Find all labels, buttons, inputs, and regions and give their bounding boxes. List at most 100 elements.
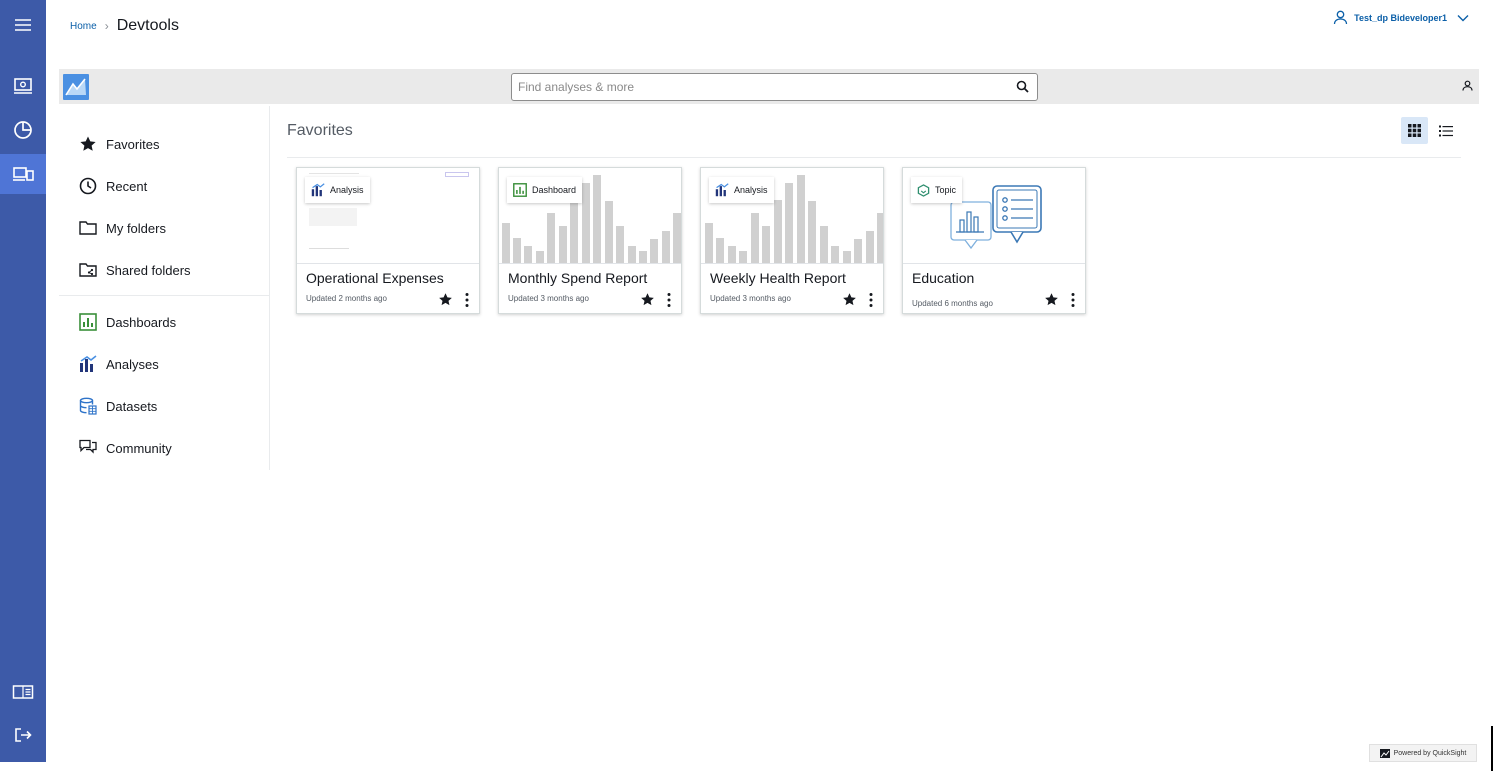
favorite-card[interactable]: Analysis Operational Expenses Updated 2 … xyxy=(296,167,480,314)
rail-signout-button[interactable] xyxy=(0,715,46,755)
nav-dashboards-label: Dashboards xyxy=(106,314,177,330)
more-icon[interactable] xyxy=(667,292,671,308)
nav-community-label: Community xyxy=(106,440,172,456)
community-icon xyxy=(79,439,97,454)
card-type-badge: Topic xyxy=(911,177,963,203)
card-title[interactable]: Monthly Spend Report xyxy=(508,270,647,286)
card-updated: Updated 3 months ago xyxy=(710,294,791,303)
left-rail xyxy=(0,0,46,762)
star-icon[interactable] xyxy=(438,292,453,307)
side-navigation: Favorites Recent My folders Shared folde… xyxy=(59,106,270,470)
card-thumbnail: Dashboard xyxy=(499,168,681,264)
chevron-right-icon: › xyxy=(104,19,109,33)
card-type-badge: Analysis xyxy=(709,177,774,203)
card-title[interactable]: Operational Expenses xyxy=(306,270,444,286)
menu-icon xyxy=(15,19,31,31)
star-icon[interactable] xyxy=(640,292,655,307)
star-icon xyxy=(80,136,96,151)
list-view-icon xyxy=(1438,125,1453,136)
card-type-badge: Analysis xyxy=(305,177,370,203)
user-icon xyxy=(1333,10,1348,25)
book-icon xyxy=(12,685,34,699)
nav-datasets[interactable]: Datasets xyxy=(79,394,157,418)
card-type-label: Analysis xyxy=(330,185,364,195)
more-icon[interactable] xyxy=(869,292,873,308)
dashboard-icon xyxy=(513,183,527,197)
favorite-card[interactable]: Analysis Weekly Health Report Updated 3 … xyxy=(700,167,884,314)
nav-recent-label: Recent xyxy=(106,178,148,194)
favorite-card[interactable]: Dashboard Monthly Spend Report Updated 3… xyxy=(498,167,682,314)
card-title[interactable]: Weekly Health Report xyxy=(710,270,846,286)
section-divider xyxy=(287,157,1461,158)
nav-community[interactable]: Community xyxy=(79,436,172,460)
nav-shared-folders[interactable]: Shared folders xyxy=(79,258,191,282)
powered-by-label: Powered by QuickSight xyxy=(1393,749,1467,757)
search-icon[interactable] xyxy=(1016,80,1029,93)
card-title[interactable]: Education xyxy=(912,270,974,286)
grid-view-button[interactable] xyxy=(1401,117,1428,144)
rail-monitor-button[interactable] xyxy=(0,66,46,106)
card-updated: Updated 6 months ago xyxy=(912,299,993,308)
card-thumbnail: Topic xyxy=(903,168,1085,264)
section-title: Favorites xyxy=(287,122,353,139)
shared-folder-icon xyxy=(79,263,97,277)
rail-insights-button[interactable] xyxy=(0,110,46,150)
grid-view-icon xyxy=(1408,124,1421,137)
screen-edge-divider xyxy=(1491,726,1493,771)
dashboard-icon xyxy=(79,313,97,331)
nav-my-folders-label: My folders xyxy=(106,220,166,236)
card-updated: Updated 2 months ago xyxy=(306,294,387,303)
card-type-label: Topic xyxy=(935,185,957,195)
star-icon[interactable] xyxy=(842,292,857,307)
menu-button[interactable] xyxy=(0,5,46,45)
search-input[interactable] xyxy=(518,75,998,99)
list-view-button[interactable] xyxy=(1432,117,1459,144)
page-title: Devtools xyxy=(116,17,179,34)
nav-analyses[interactable]: Analyses xyxy=(79,352,159,376)
more-icon[interactable] xyxy=(1071,292,1075,308)
more-icon[interactable] xyxy=(465,292,469,308)
favorite-card[interactable]: Topic Education Updated 6 months ago xyxy=(902,167,1086,314)
quicksight-logo[interactable] xyxy=(63,74,89,100)
sign-out-icon xyxy=(15,728,32,742)
account-icon[interactable] xyxy=(1462,80,1473,91)
nav-my-folders[interactable]: My folders xyxy=(79,216,166,240)
analysis-icon xyxy=(311,183,325,197)
nav-divider xyxy=(59,295,270,296)
card-updated: Updated 3 months ago xyxy=(508,294,589,303)
pie-chart-icon xyxy=(14,121,32,139)
card-thumbnail: Analysis xyxy=(297,168,479,264)
breadcrumb: Home › Devtools xyxy=(70,17,179,35)
card-type-badge: Dashboard xyxy=(507,177,583,203)
nav-dashboards[interactable]: Dashboards xyxy=(79,310,176,334)
card-type-label: Analysis xyxy=(734,185,768,195)
nav-favorites-label: Favorites xyxy=(106,136,160,152)
card-thumbnail: Analysis xyxy=(701,168,883,264)
view-toggle xyxy=(1401,117,1459,144)
nav-favorites[interactable]: Favorites xyxy=(79,132,159,156)
analysis-icon xyxy=(715,183,729,197)
nav-recent[interactable]: Recent xyxy=(79,174,147,198)
user-name: Test_dp Bideveloper1 xyxy=(1354,12,1447,23)
monitor-icon xyxy=(14,78,32,94)
quicksight-logo-icon xyxy=(1379,748,1390,758)
breadcrumb-home-link[interactable]: Home xyxy=(70,21,97,32)
topic-icon xyxy=(917,183,930,197)
nav-datasets-label: Datasets xyxy=(106,398,158,414)
nav-analyses-label: Analyses xyxy=(106,356,159,372)
chevron-down-icon xyxy=(1457,14,1469,21)
embedded-header xyxy=(59,69,1479,104)
rail-devices-button[interactable] xyxy=(0,154,46,194)
search-box xyxy=(511,73,1038,101)
nav-shared-folders-label: Shared folders xyxy=(106,262,191,278)
star-icon[interactable] xyxy=(1044,292,1059,307)
rail-docs-button[interactable] xyxy=(0,672,46,712)
dataset-icon xyxy=(79,397,97,415)
devices-icon xyxy=(13,167,34,181)
clock-icon xyxy=(79,177,97,195)
powered-by-badge[interactable]: Powered by QuickSight xyxy=(1369,744,1477,762)
folder-icon xyxy=(79,221,97,235)
card-type-label: Dashboard xyxy=(532,185,577,195)
user-menu[interactable]: Test_dp Bideveloper1 xyxy=(1333,10,1469,25)
analysis-icon xyxy=(80,355,97,372)
